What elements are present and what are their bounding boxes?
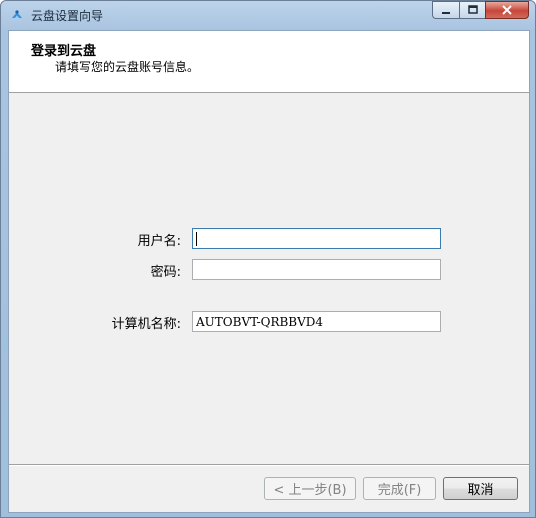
maximize-icon (467, 5, 478, 14)
page-subtitle: 请填写您的云盘账号信息。 (55, 60, 200, 74)
username-input[interactable] (192, 228, 441, 249)
setup-wizard-window: 云盘设置向导 登录到云盘 请填写您的云盘账号信息。 用户名: 密码: 计算机名称… (0, 0, 536, 518)
maximize-button[interactable] (459, 1, 485, 19)
caption-buttons (432, 1, 529, 21)
back-button[interactable]: < 上一步(B) (264, 477, 356, 500)
page-title: 登录到云盘 (31, 44, 97, 59)
minimize-icon (442, 12, 450, 14)
window-bottom-border[interactable] (1, 510, 535, 517)
cloud-app-icon (9, 7, 25, 23)
cancel-button[interactable]: 取消 (443, 477, 518, 500)
finish-button[interactable]: 完成(F) (363, 477, 436, 500)
minimize-button[interactable] (432, 1, 459, 19)
computer-name-label: 计算机名称: (111, 317, 181, 332)
username-label: 用户名: (137, 234, 181, 249)
title-bar[interactable]: 云盘设置向导 (1, 1, 535, 29)
password-input[interactable] (192, 259, 441, 280)
close-icon (502, 5, 512, 15)
close-button[interactable] (485, 1, 529, 19)
footer-divider (9, 464, 529, 466)
wizard-header: 登录到云盘 请填写您的云盘账号信息。 (9, 31, 529, 93)
window-title: 云盘设置向导 (31, 9, 104, 23)
wizard-page: 登录到云盘 请填写您的云盘账号信息。 用户名: 密码: 计算机名称: < 上一步… (8, 30, 530, 513)
password-label: 密码: (150, 265, 181, 280)
computer-name-input[interactable] (192, 311, 441, 332)
text-caret (196, 232, 197, 246)
